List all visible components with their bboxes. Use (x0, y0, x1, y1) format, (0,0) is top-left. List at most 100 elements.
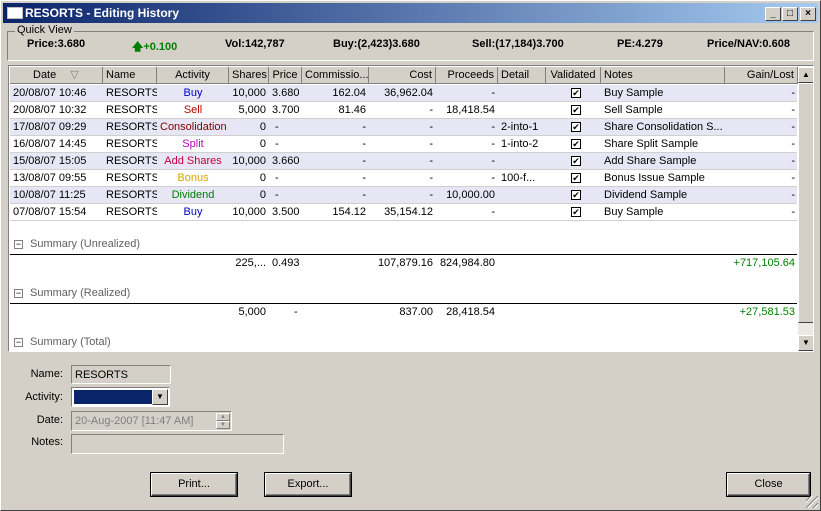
cell-detail (498, 204, 546, 220)
cell-gain: - (791, 104, 795, 116)
col-header-notes[interactable]: Notes (601, 67, 725, 84)
maximize-button[interactable]: □ (782, 7, 798, 21)
cell-cost: - (429, 189, 433, 201)
cell-shares: 10,000 (232, 87, 266, 99)
up-arrow-icon: 🡅 (132, 41, 144, 53)
collapse-icon[interactable]: − (14, 289, 23, 298)
validated-checkbox[interactable]: ✔ (571, 156, 581, 166)
sum-unrealized-price: 0.493 (272, 257, 300, 269)
export-button[interactable]: Export... (264, 472, 352, 497)
date-value: 20-Aug-2007 [11:47 AM] (75, 415, 194, 427)
qv-change: 🡅+0.100 (132, 38, 177, 57)
cell-date: 13/08/07 09:55 (13, 172, 87, 184)
cell-notes: Bonus Issue Sample (604, 172, 705, 184)
table-row[interactable]: 16/08/07 14:45 RESORTS Split 0- - - -1-into-2 S… (10, 136, 797, 153)
cell-proceeds: 18,418.54 (446, 104, 495, 116)
table-row[interactable]: 15/08/07 15:05 RESORTS Add Shares 10,000 3.6… (10, 153, 797, 170)
validated-checkbox[interactable]: ✔ (571, 207, 581, 217)
col-header-activity[interactable]: Activity (157, 67, 229, 84)
quick-view-label: Quick View (15, 24, 74, 36)
scroll-down-icon[interactable]: ▼ (798, 335, 813, 351)
validated-checkbox[interactable]: ✔ (571, 122, 581, 132)
summary-unrealized-group[interactable]: − Summary (Unrealized) (10, 236, 797, 254)
cell-price: 3.660 (272, 155, 300, 167)
cell-commission: - (362, 121, 366, 133)
qv-price: Price:3.680 (27, 38, 86, 50)
spin-up-icon[interactable]: ▲ (216, 413, 230, 421)
table-row[interactable]: 20/08/07 10:46 RESORTS Buy 10,000 3.680 162.0… (10, 85, 797, 102)
cell-shares: 10,000 (232, 155, 266, 167)
col-header-gain-lost[interactable]: Gain/Lost (725, 67, 798, 84)
validated-checkbox[interactable]: ✔ (571, 105, 581, 115)
sum-realized-cost: 837.00 (399, 306, 433, 318)
vertical-scrollbar[interactable]: ▲ ▼ (798, 67, 813, 351)
cell-notes: Buy Sample (604, 87, 664, 99)
close-button[interactable]: Close (726, 472, 811, 497)
col-header-proceeds[interactable]: Proceeds (436, 67, 498, 84)
scroll-up-icon[interactable]: ▲ (798, 67, 813, 83)
col-header-price[interactable]: Price (269, 67, 302, 84)
collapse-icon[interactable]: − (14, 240, 23, 249)
sum-unrealized-proceeds: 824,984.80 (439, 257, 495, 269)
date-picker[interactable]: 20-Aug-2007 [11:47 AM] ▲ ▼ (71, 411, 232, 431)
cell-date: 15/08/07 15:05 (13, 155, 87, 167)
col-header-date[interactable]: Date ▽ (10, 67, 103, 84)
activity-selected (74, 390, 153, 404)
col-header-name[interactable]: Name (103, 67, 157, 84)
cell-commission: - (362, 138, 366, 150)
cell-price: - (275, 189, 279, 201)
cell-price: 3.500 (272, 206, 300, 218)
scroll-thumb[interactable] (798, 83, 813, 323)
table-row[interactable]: 10/08/07 11:25 RESORTS Dividend 0- - -10,000.… (10, 187, 797, 204)
name-label: Name: (30, 368, 63, 380)
validated-checkbox[interactable]: ✔ (571, 173, 581, 183)
close-window-button[interactable]: × (800, 7, 816, 21)
table-row[interactable]: 20/08/07 10:32 RESORTS Sell 5,000 3.700 81.46… (10, 102, 797, 119)
print-button[interactable]: Print... (150, 472, 238, 497)
notes-field[interactable] (71, 434, 284, 454)
activity-label: Activity: (25, 391, 63, 403)
title-bar[interactable]: RESORTS - Editing History _ □ × (3, 3, 818, 23)
cell-detail (498, 102, 546, 118)
cell-commission: 81.46 (338, 104, 366, 116)
history-grid[interactable]: Date ▽ Name Activity Shares Price Commiss… (8, 65, 814, 352)
validated-checkbox[interactable]: ✔ (571, 139, 581, 149)
qv-volume: Vol:142,787 (225, 38, 285, 50)
cell-date: 16/08/07 14:45 (13, 138, 87, 150)
collapse-icon[interactable]: − (14, 338, 23, 347)
minimize-button[interactable]: _ (765, 7, 781, 21)
col-header-shares[interactable]: Shares (229, 67, 269, 84)
validated-checkbox[interactable]: ✔ (571, 88, 581, 98)
cell-notes: Buy Sample (604, 206, 664, 218)
cell-detail: 100-f... (501, 172, 536, 184)
col-header-detail[interactable]: Detail (498, 67, 546, 84)
table-row[interactable]: 13/08/07 09:55 RESORTS Bonus 0- - - -100-f... B… (10, 170, 797, 187)
cell-shares: 0 (259, 138, 266, 150)
chevron-down-icon[interactable]: ▼ (152, 389, 168, 405)
cell-date: 07/08/07 15:54 (13, 206, 87, 218)
activity-select[interactable]: ▼ (71, 387, 170, 407)
spin-down-icon[interactable]: ▼ (216, 421, 230, 429)
resize-grip[interactable] (806, 496, 818, 508)
cell-detail (498, 187, 546, 203)
cell-commission: 154.12 (332, 206, 366, 218)
table-row[interactable]: 07/08/07 15:54 RESORTS Buy 10,000 3.500 154.1… (10, 204, 797, 221)
validated-checkbox[interactable]: ✔ (571, 190, 581, 200)
cell-date: 20/08/07 10:46 (13, 87, 87, 99)
cell-detail (498, 85, 546, 101)
cell-gain: - (791, 138, 795, 150)
summary-realized-group[interactable]: − Summary (Realized) (10, 285, 797, 303)
table-row[interactable]: 17/08/07 09:29 RESORTS Consolidation 0- - - -2… (10, 119, 797, 136)
cell-activity: Consolidation (160, 121, 227, 133)
cell-proceeds: - (491, 206, 495, 218)
sort-desc-icon: ▽ (70, 69, 79, 81)
cell-shares: 0 (259, 172, 266, 184)
col-header-commission[interactable]: Commissio... (302, 67, 369, 84)
col-header-validated[interactable]: Validated (546, 67, 601, 84)
col-header-cost[interactable]: Cost (369, 67, 436, 84)
cell-gain: - (791, 121, 795, 133)
summary-total-group[interactable]: − Summary (Total) (10, 334, 797, 351)
cell-activity: Buy (183, 206, 203, 218)
cell-gain: - (791, 87, 795, 99)
summary-realized-label: Summary (Realized) (30, 287, 131, 299)
